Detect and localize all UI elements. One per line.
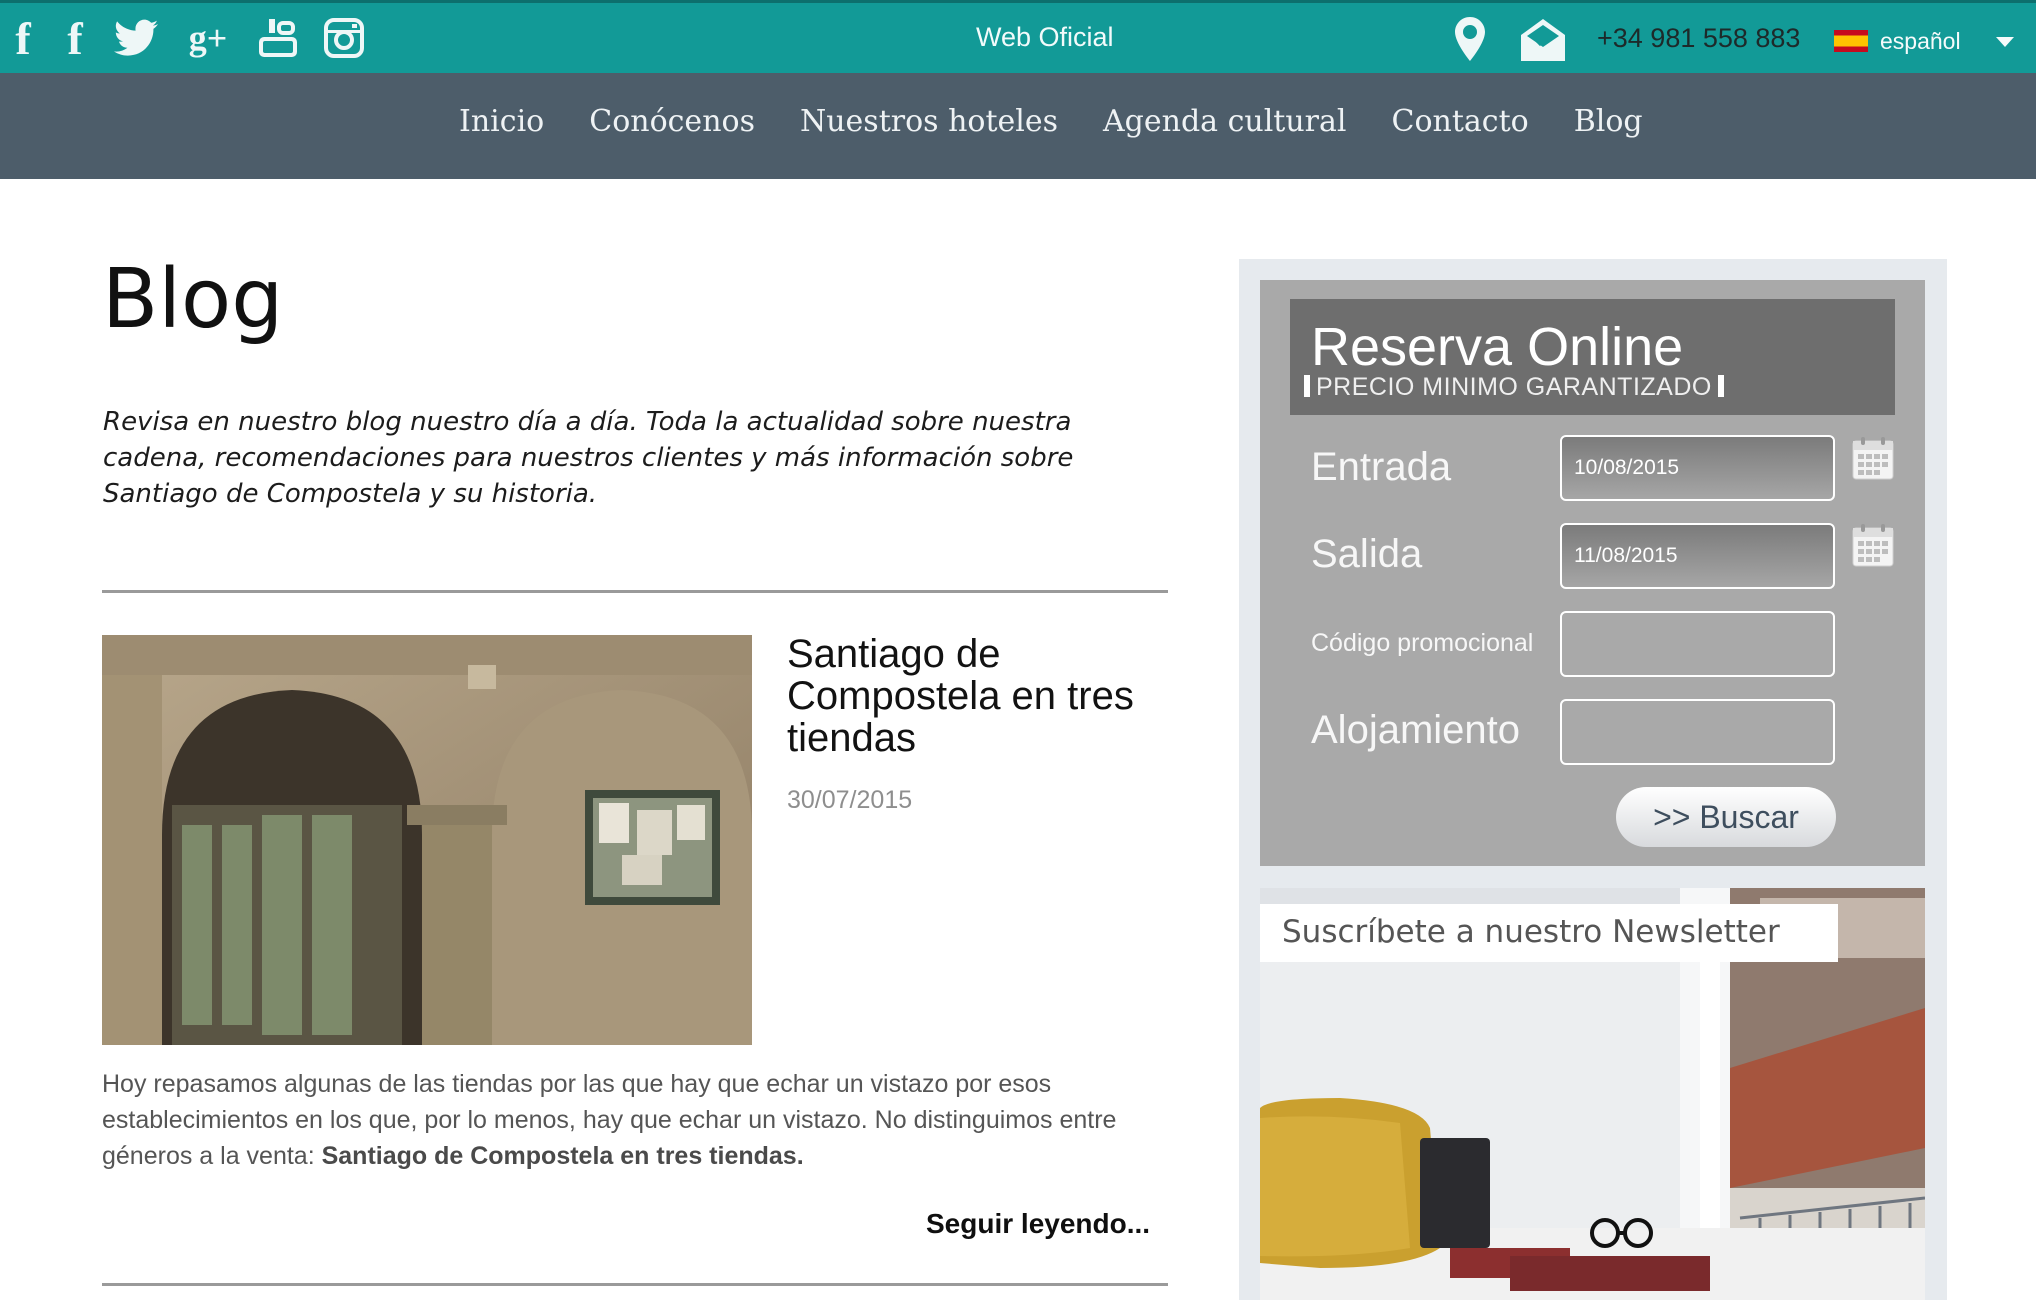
- divider: [102, 1283, 1168, 1286]
- calendar-icon[interactable]: [1852, 436, 1894, 480]
- spain-flag-icon: [1834, 30, 1868, 52]
- chevron-down-icon[interactable]: [1996, 37, 2014, 47]
- booking-subtitle: PRECIO MINIMO GARANTIZADO: [1298, 373, 1730, 402]
- nav-item-agenda[interactable]: Agenda cultural: [1103, 104, 1347, 139]
- nav-item-contacto[interactable]: Contacto: [1392, 104, 1529, 139]
- nav-items: Inicio Conócenos Nuestros hoteles Agenda…: [459, 104, 1643, 139]
- official-site-label: Web Oficial: [976, 22, 1114, 52]
- instagram-icon[interactable]: [322, 13, 366, 63]
- checkout-input[interactable]: [1560, 523, 1835, 589]
- facebook-icon[interactable]: f: [60, 13, 90, 64]
- promo-code-input[interactable]: [1560, 611, 1835, 677]
- facebook-icon[interactable]: f: [8, 13, 38, 64]
- page-title: Blog: [102, 252, 284, 347]
- checkin-label: Entrada: [1311, 445, 1452, 489]
- post-excerpt-bold: Santiago de Compostela en tres tiendas.: [321, 1142, 804, 1170]
- phone-number[interactable]: +34 981 558 883: [1597, 23, 1800, 54]
- twitter-icon[interactable]: [112, 13, 160, 63]
- mail-icon[interactable]: [1521, 19, 1565, 66]
- post-excerpt: Hoy repasamos algunas de las tiendas por…: [102, 1066, 1177, 1174]
- youtube-icon[interactable]: [256, 13, 300, 63]
- main-nav: Inicio Conócenos Nuestros hoteles Agenda…: [0, 73, 2036, 179]
- newsletter-label[interactable]: Suscríbete a nuestro Newsletter: [1282, 914, 1780, 950]
- accommodation-label: Alojamiento: [1311, 708, 1521, 752]
- location-pin-icon[interactable]: [1455, 17, 1485, 66]
- post-image[interactable]: [102, 635, 752, 1045]
- post-date: 30/07/2015: [787, 786, 913, 814]
- accommodation-input[interactable]: [1560, 699, 1835, 765]
- social-links: f f g+: [8, 13, 366, 64]
- nav-item-blog[interactable]: Blog: [1574, 104, 1643, 139]
- language-selector[interactable]: español: [1880, 28, 1961, 55]
- blog-intro: Revisa en nuestro blog nuestro día a día…: [103, 407, 1074, 509]
- nav-item-inicio[interactable]: Inicio: [459, 104, 544, 139]
- booking-subtitle-text: PRECIO MINIMO GARANTIZADO: [1316, 373, 1712, 401]
- search-button[interactable]: >> Buscar: [1616, 787, 1836, 847]
- google-plus-icon[interactable]: g+: [182, 13, 234, 63]
- divider: [102, 590, 1168, 593]
- read-more-link[interactable]: Seguir leyendo...: [926, 1208, 1150, 1240]
- checkout-label: Salida: [1311, 532, 1423, 576]
- nav-item-hoteles[interactable]: Nuestros hoteles: [800, 104, 1058, 139]
- top-bar: f f g+ Web Oficial +34 981 558 883 españ…: [0, 0, 2036, 73]
- checkin-input[interactable]: [1560, 435, 1835, 501]
- nav-item-conocenos[interactable]: Conócenos: [589, 104, 755, 139]
- calendar-icon[interactable]: [1852, 523, 1894, 567]
- booking-title: Reserva Online: [1311, 317, 1684, 377]
- post-title[interactable]: Santiago de Compostela en tres tiendas: [787, 633, 1177, 759]
- promo-code-label: Código promocional: [1311, 629, 1534, 657]
